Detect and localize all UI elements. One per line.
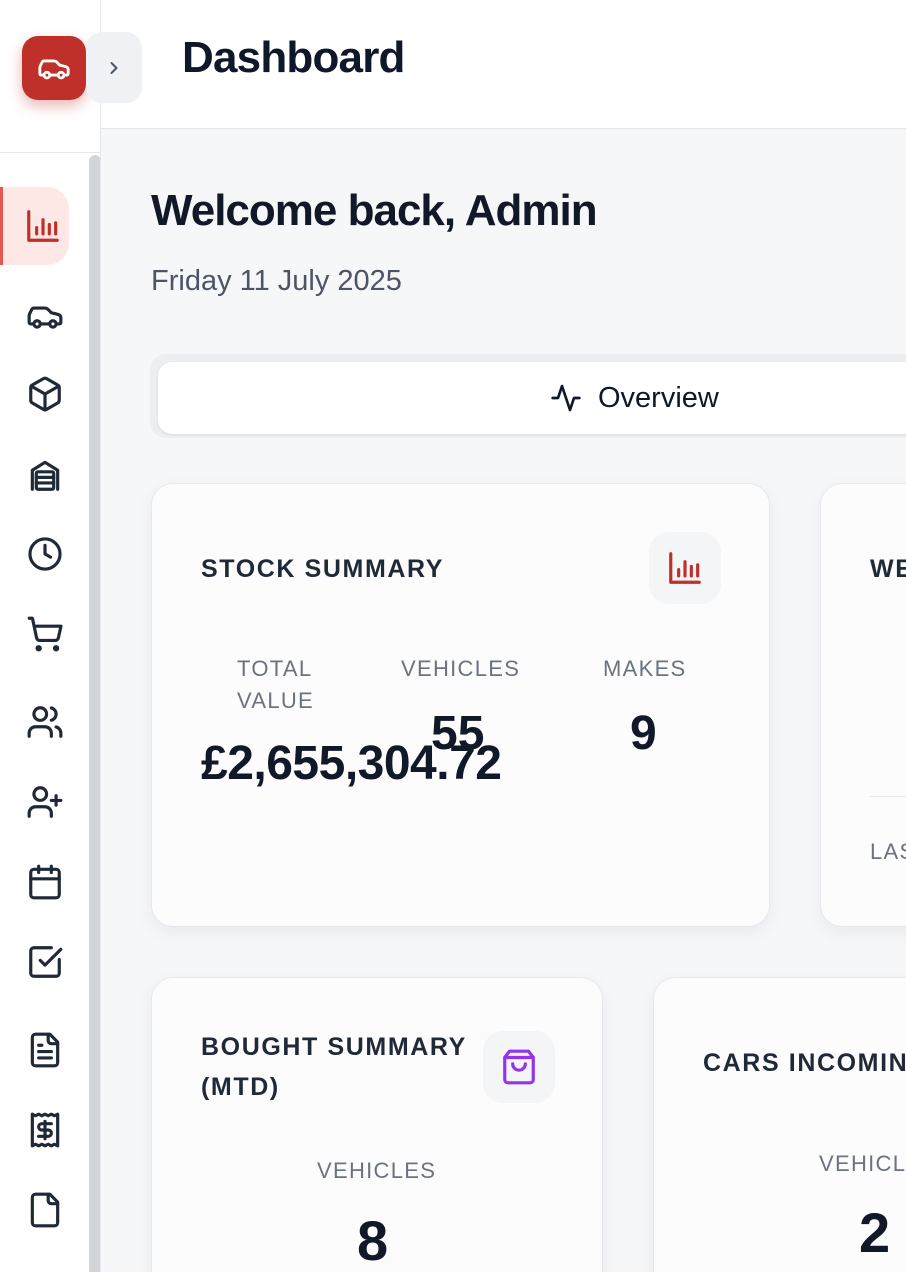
clock-icon bbox=[27, 537, 62, 571]
stock-summary-card: STOCK SUMMARY TOTAL VALUE £2,655,304.72 … bbox=[151, 483, 770, 927]
sidebar-item-add-user[interactable] bbox=[0, 772, 89, 832]
car-icon bbox=[27, 306, 62, 329]
current-date: Friday 11 July 2025 bbox=[151, 265, 402, 297]
cars-incoming-card: CARS INCOMIN VEHICL 2 bbox=[653, 977, 906, 1272]
bar-chart-icon bbox=[26, 210, 59, 242]
stock-summary-title: STOCK SUMMARY bbox=[201, 555, 445, 583]
cars-incoming-title: CARS INCOMIN bbox=[703, 1049, 906, 1077]
welcome-heading: Welcome back, Admin bbox=[151, 186, 598, 235]
sidebar-item-vehicles[interactable] bbox=[0, 286, 89, 346]
app-root: Dashboard Welcome back, Admin Friday 11 … bbox=[0, 0, 906, 1272]
users-icon bbox=[27, 706, 62, 738]
sidebar-item-tasks[interactable] bbox=[0, 932, 89, 992]
bought-summary-icon-box bbox=[483, 1031, 555, 1103]
user-plus-icon bbox=[27, 786, 62, 818]
sidebar-expand-button[interactable] bbox=[86, 32, 142, 103]
chevron-right-icon bbox=[110, 61, 118, 74]
makes-label: MAKES bbox=[603, 656, 687, 681]
cars-incoming-count: 2 bbox=[859, 1201, 891, 1264]
car-icon bbox=[38, 59, 70, 80]
shopping-bag-icon bbox=[503, 1049, 535, 1085]
bought-summary-title: BOUGHT SUMMARY (MTD) bbox=[201, 1033, 467, 1101]
sidebar-scrollbar[interactable] bbox=[89, 155, 100, 1272]
bar-chart-icon bbox=[669, 552, 701, 584]
vehicles-label: VEHICLES bbox=[401, 656, 521, 681]
stock-summary-icon-box bbox=[649, 532, 721, 604]
vehicles-count: 55 bbox=[431, 707, 485, 760]
check-square-icon bbox=[28, 946, 62, 978]
sidebar-item-documents[interactable] bbox=[0, 1020, 89, 1080]
card-divider bbox=[870, 796, 906, 797]
bought-vehicles-label: VEHICLES bbox=[317, 1158, 437, 1183]
bought-vehicles-count: 8 bbox=[357, 1209, 389, 1272]
warehouse-icon bbox=[30, 460, 59, 491]
page-title: Dashboard bbox=[182, 33, 405, 82]
activity-icon bbox=[551, 384, 581, 412]
secondary-card-title: WE bbox=[870, 555, 906, 583]
tab-overview-label: Overview bbox=[598, 381, 719, 414]
makes-count: 9 bbox=[630, 707, 657, 760]
sidebar-item-stock[interactable] bbox=[0, 364, 89, 424]
file-text-icon bbox=[30, 1032, 59, 1068]
calendar-icon bbox=[28, 864, 61, 900]
receipt-icon bbox=[30, 1112, 59, 1148]
app-logo[interactable] bbox=[22, 36, 86, 100]
sidebar-item-calendar[interactable] bbox=[0, 852, 89, 912]
box-icon bbox=[28, 376, 61, 412]
sidebar-item-garage[interactable] bbox=[0, 445, 89, 505]
tab-overview[interactable]: Overview bbox=[158, 362, 906, 434]
cars-incoming-vehicles-label: VEHICL bbox=[819, 1151, 906, 1176]
sidebar-item-dashboard[interactable] bbox=[0, 187, 89, 265]
top-header: Dashboard bbox=[101, 0, 906, 129]
sidebar-item-history[interactable] bbox=[0, 524, 89, 584]
sidebar-item-invoices[interactable] bbox=[0, 1100, 89, 1160]
sidebar-item-sales[interactable] bbox=[0, 604, 89, 664]
file-icon bbox=[30, 1192, 59, 1228]
bought-summary-card: BOUGHT SUMMARY (MTD) VEHICLES 8 bbox=[151, 977, 603, 1272]
total-value-label: TOTAL VALUE bbox=[237, 656, 315, 713]
sidebar-item-files[interactable] bbox=[0, 1180, 89, 1240]
sidebar bbox=[0, 0, 101, 1272]
tab-bar: Overview bbox=[150, 354, 906, 438]
sidebar-item-customers[interactable] bbox=[0, 692, 89, 752]
secondary-card-footer-label: LAS bbox=[870, 839, 906, 864]
secondary-summary-card: WE LAS bbox=[820, 483, 906, 927]
cart-icon bbox=[27, 616, 63, 652]
